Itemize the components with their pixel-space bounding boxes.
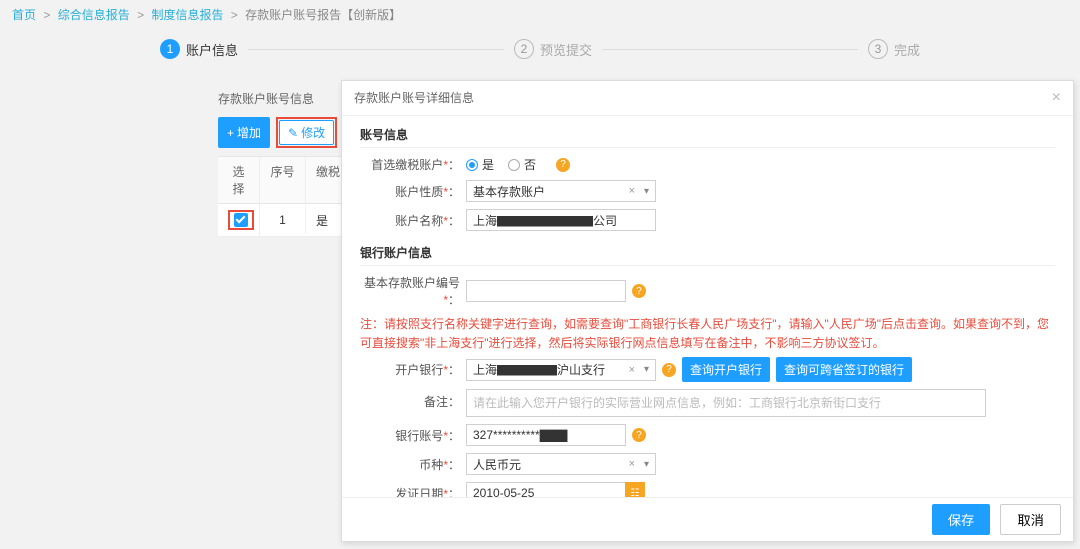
- name-value: 上海▇▇▇▇▇▇▇▇公司: [473, 212, 617, 229]
- breadcrumb-l2[interactable]: 制度信息报告: [151, 8, 223, 22]
- modal-title: 存款账户账号详细信息: [354, 89, 474, 107]
- clear-icon[interactable]: ×: [629, 458, 635, 470]
- basic-no-label: 基本存款账户编号: [364, 276, 460, 290]
- row-checkbox[interactable]: [234, 213, 248, 227]
- chevron-down-icon: ▾: [644, 186, 649, 197]
- breadcrumb-current: 存款账户账号报告【创新版】: [245, 8, 401, 22]
- query-cross-province-button[interactable]: 查询可跨省签订的银行: [776, 357, 912, 382]
- chevron-down-icon: ▾: [644, 364, 649, 375]
- pref-tax-no-radio[interactable]: 否: [508, 156, 536, 173]
- basic-no-input[interactable]: [466, 280, 626, 302]
- help-icon[interactable]: ?: [556, 158, 570, 172]
- bank-query-note: 注：请按照支行名称关键字进行查询，如需要查询"工商银行长春人民广场支行"，请输入…: [360, 315, 1055, 357]
- help-icon[interactable]: ?: [632, 284, 646, 298]
- issue-date-label: 发证日期: [395, 487, 443, 497]
- name-input[interactable]: 上海▇▇▇▇▇▇▇▇公司: [466, 209, 656, 231]
- nature-select[interactable]: 基本存款账户 × ▾: [466, 180, 656, 202]
- breadcrumb-home[interactable]: 首页: [12, 8, 36, 22]
- section-account-info: 账号信息: [360, 120, 1055, 148]
- step3-label: 完成: [894, 40, 920, 59]
- highlight-edit: ✎修改: [276, 117, 337, 148]
- help-icon[interactable]: ?: [632, 428, 646, 442]
- step2-number: 2: [514, 39, 534, 59]
- clear-icon[interactable]: ×: [629, 185, 635, 197]
- edit-button[interactable]: ✎修改: [279, 120, 334, 145]
- issue-date-input[interactable]: 2010-05-25: [466, 482, 626, 497]
- help-icon[interactable]: ?: [662, 363, 676, 377]
- name-label: 账户名称: [395, 214, 443, 228]
- open-bank-value: 上海▇▇▇▇▇沪山支行: [473, 361, 605, 378]
- remark-label: 备注：: [360, 389, 460, 410]
- remark-textarea[interactable]: 请在此输入您开户银行的实际营业网点信息，例如：工商银行北京新街口支行: [466, 389, 986, 417]
- highlight-checkbox: [228, 210, 254, 230]
- steps: 1 账户信息 2 预览提交 3 完成: [160, 39, 920, 59]
- bank-no-label: 银行账号: [395, 429, 443, 443]
- calendar-icon[interactable]: ☷: [625, 482, 645, 497]
- step1-label: 账户信息: [186, 40, 238, 59]
- pref-tax-yes-label: 是: [482, 156, 494, 173]
- query-open-bank-button[interactable]: 查询开户银行: [682, 357, 770, 382]
- currency-value: 人民币元: [473, 456, 521, 473]
- nature-value: 基本存款账户: [473, 183, 545, 200]
- step-preview-submit: 2 预览提交: [514, 39, 592, 59]
- bank-no-input[interactable]: 327**********▇▇▇: [466, 424, 626, 446]
- step-done: 3 完成: [868, 39, 920, 59]
- step2-label: 预览提交: [540, 40, 592, 59]
- breadcrumb-l1[interactable]: 综合信息报告: [58, 8, 130, 22]
- th-select: 选择: [218, 157, 260, 203]
- currency-select[interactable]: 人民币元 × ▾: [466, 453, 656, 475]
- clear-icon[interactable]: ×: [629, 364, 635, 376]
- step-account-info: 1 账户信息: [160, 39, 238, 59]
- pref-tax-yes-radio[interactable]: 是: [466, 156, 494, 173]
- save-button[interactable]: 保存: [932, 504, 991, 535]
- plus-icon: +: [227, 126, 234, 140]
- th-index: 序号: [260, 157, 306, 203]
- step3-number: 3: [868, 39, 888, 59]
- chevron-down-icon: ▾: [644, 459, 649, 470]
- open-bank-select[interactable]: 上海▇▇▇▇▇沪山支行 × ▾: [466, 359, 656, 381]
- cancel-button[interactable]: 取消: [1000, 504, 1061, 535]
- step-divider: [602, 49, 858, 50]
- pencil-icon: ✎: [288, 126, 298, 140]
- pref-tax-no-label: 否: [524, 156, 536, 173]
- section-bank-info: 银行账户信息: [360, 238, 1055, 266]
- add-button[interactable]: +增加: [218, 117, 270, 148]
- breadcrumb: 首页 > 综合信息报告 > 制度信息报告 > 存款账户账号报告【创新版】: [0, 0, 1080, 29]
- currency-label: 币种: [419, 458, 443, 472]
- nature-label: 账户性质: [395, 185, 443, 199]
- edit-label: 修改: [301, 124, 325, 141]
- step1-number: 1: [160, 39, 180, 59]
- row-index: 1: [260, 207, 306, 233]
- bank-no-value: 327**********▇▇▇: [473, 428, 567, 442]
- close-icon[interactable]: ×: [1052, 89, 1061, 107]
- issue-date-value: 2010-05-25: [473, 486, 534, 497]
- step-divider: [248, 49, 504, 50]
- open-bank-label: 开户银行: [395, 363, 443, 377]
- account-detail-modal: 存款账户账号详细信息 × 账号信息 首选缴税账户*： 是 否 ? 账户性质*： …: [341, 80, 1074, 542]
- add-label: 增加: [237, 124, 261, 141]
- pref-tax-label: 首选缴税账户: [371, 158, 443, 172]
